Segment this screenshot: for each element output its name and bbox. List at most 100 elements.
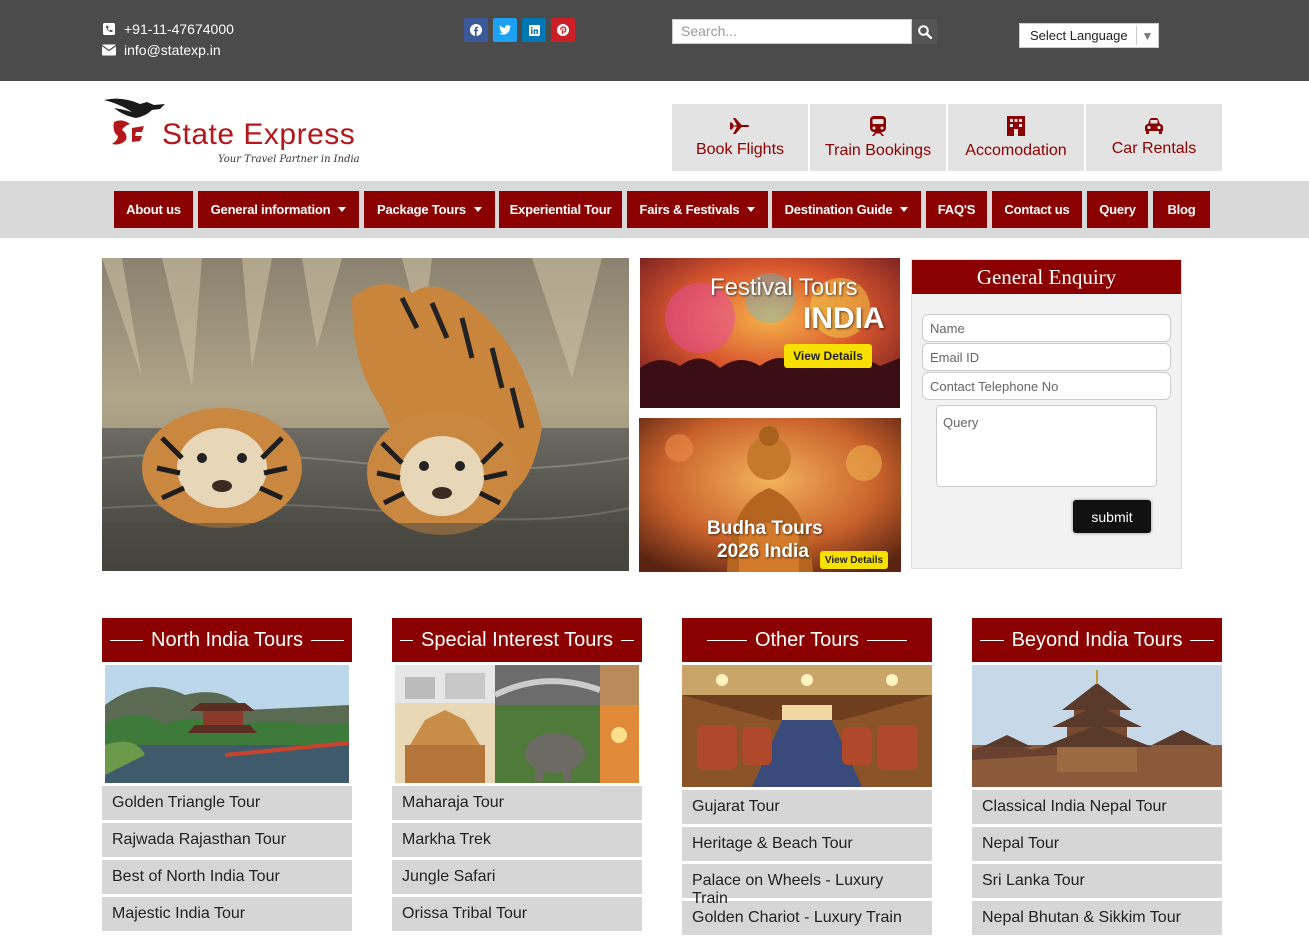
festival-view-details-button[interactable]: View Details	[784, 344, 872, 368]
phone-contact[interactable]: +91-11-47674000	[102, 21, 234, 37]
nav-query[interactable]: Query	[1087, 191, 1148, 228]
accomodation-button[interactable]: Accomodation	[948, 104, 1084, 171]
tigers-photo	[102, 258, 629, 571]
tour-link[interactable]: Classical India Nepal Tour	[972, 787, 1222, 824]
tour-link[interactable]: Gujarat Tour	[682, 787, 932, 824]
tour-link[interactable]: Best of North India Tour	[102, 857, 352, 894]
search-icon	[917, 24, 932, 39]
other-tours-section: Other Tours Gujarat Tour Heritage & Beac…	[682, 618, 932, 935]
section-heading: Beyond India Tours	[972, 618, 1222, 662]
envelope-icon	[102, 44, 116, 56]
nav-experiential-tour[interactable]: Experiential Tour	[499, 191, 622, 228]
tour-link[interactable]: Rajwada Rajasthan Tour	[102, 820, 352, 857]
north-india-image[interactable]	[102, 665, 352, 783]
car-rentals-button[interactable]: Car Rentals	[1086, 104, 1222, 171]
nav-destination-guide[interactable]: Destination Guide	[772, 191, 921, 228]
budha-subtitle: 2026 India	[717, 541, 809, 562]
section-title: Other Tours	[754, 628, 860, 651]
nav-package-tours[interactable]: Package Tours	[364, 191, 495, 228]
search-input[interactable]: Search...	[672, 19, 912, 44]
nav-label: Experiential Tour	[509, 202, 612, 217]
language-select[interactable]: Select Language ▼	[1019, 23, 1159, 48]
nav-label: About us	[126, 202, 181, 217]
nav-about-us[interactable]: About us	[114, 191, 193, 228]
tour-link[interactable]: Markha Trek	[392, 820, 642, 857]
festival-subtitle: INDIA	[803, 302, 885, 335]
email-input[interactable]: Email ID	[922, 343, 1171, 371]
pagoda-lake-photo	[105, 665, 350, 783]
nav-label: Package Tours	[377, 202, 466, 217]
special-interest-image[interactable]	[392, 665, 642, 783]
enquiry-title: General Enquiry	[912, 260, 1181, 294]
phone-input[interactable]: Contact Telephone No	[922, 372, 1171, 400]
language-select-label: Select Language	[1030, 28, 1128, 43]
caret-down-icon	[900, 207, 909, 212]
collage-photo	[395, 665, 639, 783]
tour-link[interactable]: Heritage & Beach Tour	[682, 824, 932, 861]
tour-link[interactable]: Palace on Wheels - Luxury Train	[682, 861, 932, 907]
submit-button[interactable]: submit	[1073, 500, 1151, 533]
hero-slider-image[interactable]	[102, 258, 629, 571]
brand-name: State Express	[162, 118, 356, 151]
tour-link[interactable]: Majestic India Tour	[102, 894, 352, 931]
north-india-tours-section: North India Tours Golden Triangle Tour R…	[102, 618, 352, 931]
query-textarea[interactable]: Query	[936, 405, 1157, 487]
festival-tours-banner[interactable]: Festival Tours INDIA View Details	[640, 258, 900, 408]
phone-number[interactable]: +91-11-47674000	[124, 21, 234, 37]
train-bookings-label: Train Bookings	[824, 141, 932, 159]
search-button[interactable]	[912, 19, 937, 44]
nav-general-information[interactable]: General information	[198, 191, 359, 228]
nav-contact-us[interactable]: Contact us	[992, 191, 1082, 228]
tour-link[interactable]: Golden Triangle Tour	[102, 783, 352, 820]
budha-tours-banner[interactable]: Budha Tours 2026 India View Details	[639, 418, 901, 572]
nav-fairs-festivals[interactable]: Fairs & Festivals	[627, 191, 768, 228]
site-logo[interactable]: State Express Your Travel Partner in Ind…	[102, 96, 372, 170]
hotel-icon	[1007, 115, 1025, 136]
linkedin-icon[interactable]	[522, 18, 546, 42]
email-contact[interactable]: info@statexp.in	[102, 42, 221, 58]
nav-label: FAQ'S	[937, 202, 976, 217]
train-icon	[870, 115, 886, 136]
tour-link[interactable]: Nepal Tour	[972, 824, 1222, 861]
section-title: North India Tours	[151, 628, 303, 651]
caret-down-icon	[338, 207, 347, 212]
budha-title: Budha Tours	[707, 518, 823, 539]
chevron-down-icon: ▼	[1136, 26, 1158, 45]
caret-down-icon	[473, 207, 482, 212]
phone-icon	[103, 23, 115, 35]
nav-blog[interactable]: Blog	[1153, 191, 1210, 228]
tour-link[interactable]: Nepal Bhutan & Sikkim Tour	[972, 898, 1222, 935]
caret-down-icon	[747, 207, 756, 212]
nav-label: Query	[1099, 202, 1136, 217]
section-heading: Other Tours	[682, 618, 932, 662]
beyond-india-image[interactable]	[972, 665, 1222, 787]
pinterest-icon[interactable]	[551, 18, 575, 42]
tour-link[interactable]: Maharaja Tour	[392, 783, 642, 820]
beyond-india-tours-section: Beyond India Tours Classical India Nepal…	[972, 618, 1222, 935]
nav-label: Blog	[1167, 202, 1196, 217]
name-input[interactable]: Name	[922, 314, 1171, 342]
nav-label: Destination Guide	[784, 202, 893, 217]
tour-link[interactable]: Orissa Tribal Tour	[392, 894, 642, 931]
tour-link[interactable]: Jungle Safari	[392, 857, 642, 894]
budha-view-details-button[interactable]: View Details	[820, 551, 888, 569]
nav-label: General information	[210, 202, 331, 217]
train-interior-photo	[682, 665, 932, 787]
accomodation-label: Accomodation	[965, 141, 1067, 159]
book-flights-button[interactable]: Book Flights	[672, 104, 808, 171]
other-tours-image[interactable]	[682, 665, 932, 787]
special-interest-tours-section: Special Interest Tours Maharaja Tour Mar…	[392, 618, 642, 931]
twitter-icon[interactable]	[493, 18, 517, 42]
train-bookings-button[interactable]: Train Bookings	[810, 104, 946, 171]
nepal-temple-photo	[972, 665, 1222, 787]
book-flights-label: Book Flights	[695, 140, 785, 158]
email-address[interactable]: info@statexp.in	[124, 42, 221, 58]
nav-faqs[interactable]: FAQ'S	[926, 191, 987, 228]
facebook-icon[interactable]	[464, 18, 488, 42]
festival-title: Festival Tours	[710, 274, 858, 301]
car-icon	[1145, 117, 1163, 134]
brand-tagline: Your Travel Partner in India	[218, 154, 360, 165]
tour-link[interactable]: Sri Lanka Tour	[972, 861, 1222, 898]
section-heading: Special Interest Tours	[392, 618, 642, 662]
social-links	[464, 18, 580, 42]
